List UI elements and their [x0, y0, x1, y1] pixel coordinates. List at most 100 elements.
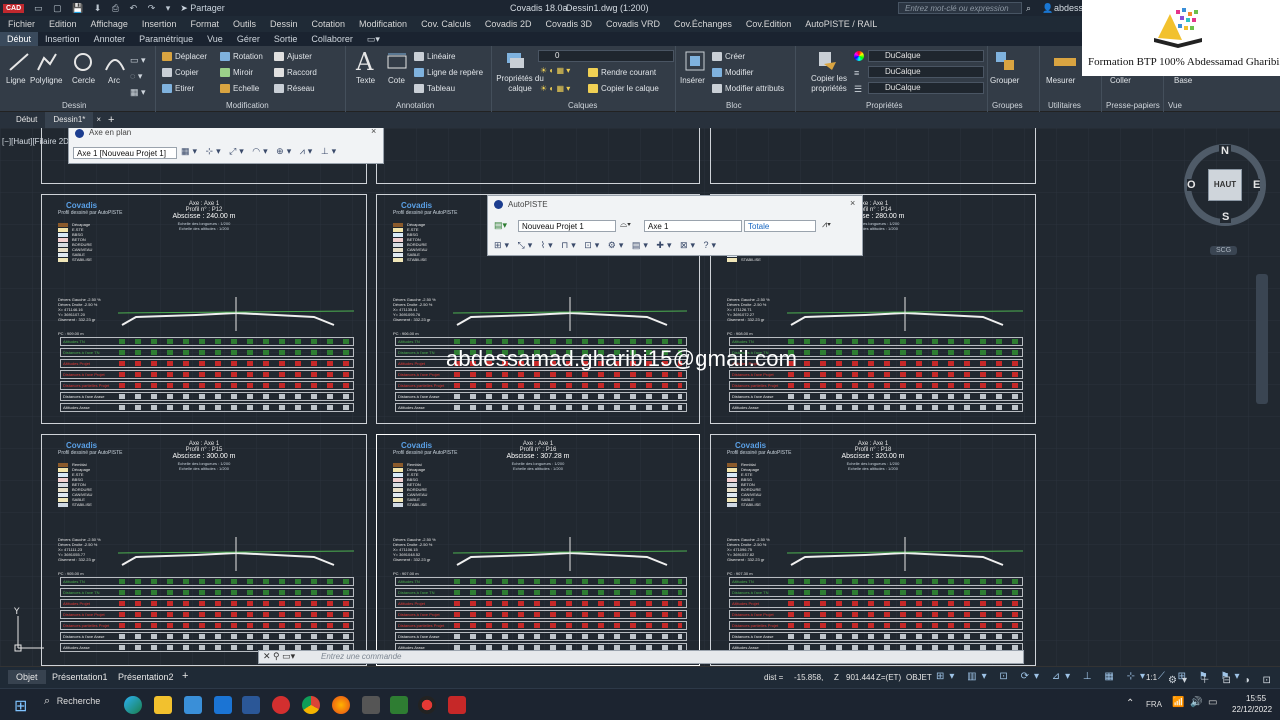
layout-tab-presentation1[interactable]: Présentation1 — [52, 672, 108, 682]
tool-copier-calque[interactable]: Copier le calque — [588, 84, 659, 94]
app-badge[interactable]: CAD — [3, 3, 25, 13]
tool-cote[interactable]: Cote — [388, 76, 405, 85]
profile-sheet[interactable]: CovadisProfil dessiné par AutoPISTEAxe :… — [710, 434, 1036, 666]
layer-properties-icon[interactable] — [504, 50, 526, 72]
app-icon-2[interactable] — [390, 696, 408, 714]
viewcube-north[interactable]: N — [1219, 145, 1231, 157]
ribbon-tab[interactable]: Collaborer — [304, 32, 360, 46]
ribbon-tab[interactable]: Annoter — [87, 32, 133, 46]
linetype-icon[interactable]: ☰ — [854, 84, 862, 95]
tool-polyligne[interactable]: Polyligne — [30, 76, 62, 85]
app-icon-1[interactable] — [362, 696, 380, 714]
panel-autopiste-close-icon[interactable]: × — [850, 198, 855, 208]
tool-base[interactable]: Base — [1174, 76, 1192, 85]
panel-title-annotation[interactable]: Annotation — [396, 100, 434, 112]
autocad-taskbar-icon[interactable] — [448, 696, 466, 714]
line-tool-icon[interactable] — [8, 52, 30, 72]
color-wheel-icon[interactable] — [854, 51, 864, 61]
ribbon-tab[interactable]: Gérer — [230, 32, 267, 46]
menu-item[interactable]: Insertion — [142, 19, 177, 29]
tool-copier-proprietes[interactable]: Copier les propriétés — [800, 74, 858, 94]
opera-icon[interactable] — [272, 696, 290, 714]
panel-title-modification[interactable]: Modification — [226, 100, 269, 112]
menu-item[interactable]: Fichier — [8, 19, 35, 29]
tray-icons[interactable]: ⌃ — [1126, 698, 1134, 709]
axe-select-2[interactable]: Axe 1 — [644, 220, 742, 232]
explorer-icon[interactable] — [154, 696, 172, 714]
profile-sheet[interactable]: CovadisProfil dessiné par AutoPISTEAxe :… — [41, 434, 367, 666]
panel-axe-close-icon[interactable]: × — [371, 128, 376, 136]
layout-tab-presentation2[interactable]: Présentation2 — [118, 672, 174, 682]
project-select[interactable]: Nouveau Projet 1 — [518, 220, 616, 232]
tool-ajuster[interactable]: Ajuster — [274, 52, 312, 62]
arc-tool-icon[interactable] — [104, 52, 126, 72]
firefox-icon[interactable] — [332, 696, 350, 714]
axe-tools-icons[interactable]: ▦▾ ⊹▾ ⤢▾ ◠▾ ⊕▾ ⩘▾ ⊥▾ — [181, 146, 339, 157]
share-button[interactable]: ➤ Partager — [180, 3, 225, 14]
tool-creer[interactable]: Créer — [712, 52, 745, 62]
status-scale[interactable]: 1:1 — [1146, 673, 1157, 682]
lineweight-icon[interactable]: ≡ — [854, 68, 859, 78]
tray-language[interactable]: FRA — [1146, 700, 1162, 709]
tray-date[interactable]: 22/12/2022 — [1232, 705, 1272, 714]
tunnel-icon[interactable]: ⌓▾ — [620, 219, 631, 230]
dessin-extra-icons[interactable]: ▭ ▾ ◌ ▾ ▦ ▾ — [130, 52, 152, 100]
new-tab-icon[interactable]: + — [104, 112, 118, 128]
tool-grouper[interactable]: Grouper — [990, 76, 1019, 85]
color-combo[interactable]: DuCalque — [868, 50, 984, 62]
ribbon-tab[interactable]: Sortie — [267, 32, 305, 46]
tray-battery-icon[interactable]: ▭ — [1208, 697, 1217, 708]
lineweight-combo[interactable]: DuCalque — [868, 66, 984, 78]
drawing-canvas[interactable]: [−][Haut][Filaire 2D] Covadis Profil dess… — [0, 128, 1280, 666]
menu-item[interactable]: Cov.Edition — [746, 19, 791, 29]
tool-inserer[interactable]: Insérer — [680, 76, 705, 85]
panel-title-utilitaires[interactable]: Utilitaires — [1048, 100, 1081, 112]
command-close-icon[interactable]: ✕ ⚲ ▭▾ — [263, 651, 295, 662]
group-icon[interactable] — [994, 50, 1016, 72]
axe-select[interactable]: Axe 1 [Nouveau Projet 1] — [73, 147, 177, 159]
tool-ligne-repere[interactable]: Ligne de repère — [414, 68, 483, 78]
viewcube[interactable]: N S E O HAUT — [1184, 144, 1266, 226]
user-icon[interactable]: 👤 — [1042, 3, 1053, 14]
insert-block-icon[interactable] — [684, 50, 706, 72]
tool-rendre-courant[interactable]: Rendre courant — [588, 68, 656, 78]
search-icon[interactable]: ⌕ — [1026, 3, 1031, 14]
profile-icon[interactable]: ⩘▾ — [822, 219, 831, 230]
autopiste-tools-icons[interactable]: ⊞▾ ⤡▾ ⌇▾ ⊓▾ ⊡▾ ⚙▾ ▤▾ ✚▾ ⊠▾ ?▾ — [494, 240, 719, 251]
tool-modifier-attributs[interactable]: Modifier attributs — [712, 84, 784, 94]
tool-raccord[interactable]: Raccord — [274, 68, 317, 78]
tray-volume-icon[interactable]: 🔊 — [1190, 697, 1202, 708]
measure-icon[interactable] — [1052, 52, 1078, 70]
menu-item[interactable]: Covadis 2D — [485, 19, 532, 29]
doc-tab-debut[interactable]: Début — [0, 112, 45, 128]
dimension-tool-icon[interactable] — [386, 52, 408, 72]
tool-texte[interactable]: Texte — [356, 76, 375, 85]
search-box[interactable]: Entrez mot-clé ou expression — [898, 2, 1022, 14]
mode-select[interactable]: Totale — [744, 220, 816, 232]
mail-icon[interactable] — [214, 696, 232, 714]
tool-coller[interactable]: Coller — [1110, 76, 1131, 85]
menu-item[interactable]: Affichage — [91, 19, 128, 29]
panel-autopiste[interactable]: AutoPISTE × ▤▾ Nouveau Projet 1 ⌓▾ Axe 1… — [487, 195, 863, 256]
viewcube-face[interactable]: HAUT — [1208, 169, 1242, 201]
ribbon-extra-icon[interactable]: ▭▾ — [360, 32, 387, 46]
doc-tab-dessin1[interactable]: Dessin1* — [45, 112, 94, 128]
match-properties-icon[interactable] — [816, 50, 838, 72]
layer-state-icons[interactable]: ☀ ◐ ▦ ▾ — [540, 66, 570, 75]
tool-copier[interactable]: Copier — [162, 68, 199, 78]
menu-item[interactable]: AutoPISTE / RAIL — [805, 19, 877, 29]
profile-sheet[interactable]: CovadisProfil dessiné par AutoPISTEAxe :… — [376, 434, 700, 666]
menu-item[interactable]: Format — [190, 19, 219, 29]
tool-ligne[interactable]: Ligne — [6, 76, 26, 85]
store-icon[interactable] — [184, 696, 202, 714]
menu-item[interactable]: Modification — [359, 19, 407, 29]
text-tool-icon[interactable]: A — [356, 48, 373, 76]
panel-title-presse-papiers[interactable]: Presse-papiers — [1106, 100, 1160, 112]
taskbar-search[interactable]: ⌕ Recherche — [44, 695, 116, 715]
ribbon-tab[interactable]: Insertion — [38, 32, 87, 46]
tool-modifier[interactable]: Modifier — [712, 68, 753, 78]
viewcube-south[interactable]: S — [1220, 211, 1232, 223]
viewcube-west[interactable]: O — [1187, 179, 1196, 191]
panel-title-dessin[interactable]: Dessin — [62, 100, 86, 112]
tray-time[interactable]: 15:55 — [1246, 694, 1266, 703]
